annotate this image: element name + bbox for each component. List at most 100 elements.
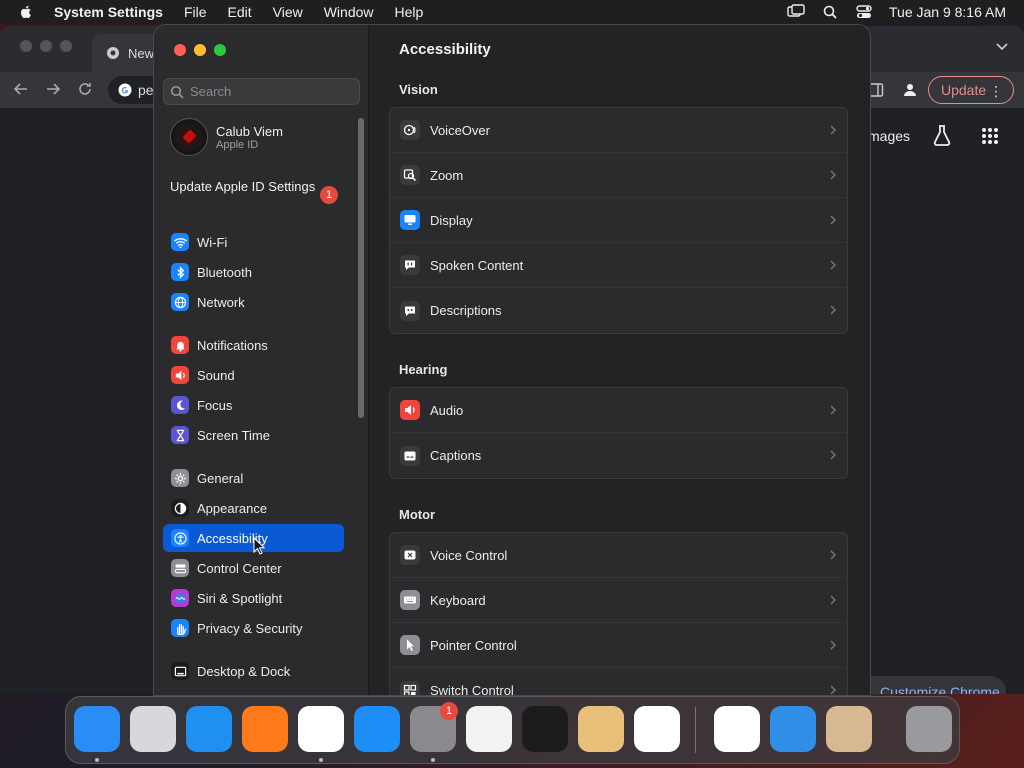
close-button[interactable] (174, 44, 186, 56)
sidebar-item-label: Control Center (197, 560, 282, 576)
zoom-button[interactable] (214, 44, 226, 56)
textedit-icon[interactable] (466, 706, 512, 752)
sidebar-item-privacy-security[interactable]: Privacy & Security (163, 614, 344, 642)
row-label: Pointer Control (430, 637, 517, 653)
row-spoken-content[interactable]: Spoken Content (390, 243, 847, 288)
accessibility-pane: Accessibility Vision VoiceOver Zoom Display… (369, 25, 870, 695)
sidebar-item-control-center[interactable]: Control Center (163, 554, 344, 582)
menu-window[interactable]: Window (324, 4, 374, 20)
chrome-icon[interactable] (298, 706, 344, 752)
dock-running-indicator (431, 758, 435, 762)
row-keyboard[interactable]: Keyboard (390, 578, 847, 623)
sidebar-item-wi-fi[interactable]: Wi-Fi (163, 228, 344, 256)
chevron-right-icon (830, 595, 836, 605)
images-link[interactable]: mages (868, 128, 910, 144)
row-label: Descriptions (430, 303, 502, 318)
launchpad-icon[interactable] (130, 706, 176, 752)
chrome-minimize-button[interactable] (40, 40, 52, 52)
update-label: Update (941, 82, 987, 98)
sidebar-item-appearance[interactable]: Appearance (163, 494, 344, 522)
window-controls (174, 44, 226, 56)
section-heading-motor: Motor (399, 507, 436, 522)
chevron-right-icon (830, 170, 836, 180)
sidebar-item-siri-spotlight[interactable]: Siri & Spotlight (163, 584, 344, 612)
chevron-down-icon[interactable] (996, 42, 1008, 52)
chrome-close-button[interactable] (20, 40, 32, 52)
bluetooth-icon (171, 263, 189, 281)
row-captions[interactable]: Captions (390, 433, 847, 478)
sidebar-item-screen-time[interactable]: Screen Time (163, 421, 344, 449)
sidebar-item-focus[interactable]: Focus (163, 391, 344, 419)
dock-separator (695, 707, 696, 753)
hourglass-icon (171, 426, 189, 444)
update-apple-id-item[interactable]: Update Apple ID Settings 1 (170, 179, 340, 204)
sidebar-item-sound[interactable]: Sound (163, 361, 344, 389)
sidebar-item-general[interactable]: General (163, 464, 344, 492)
switch-control-icon (400, 680, 420, 695)
chrome-update-button[interactable]: Update ⋮ (928, 76, 1014, 104)
app-store-icon[interactable] (354, 706, 400, 752)
search-input[interactable] (190, 84, 350, 99)
weather-icon[interactable] (770, 706, 816, 752)
sidebar-item-bluetooth[interactable]: Bluetooth (163, 258, 344, 286)
chrome-zoom-button[interactable] (60, 40, 72, 52)
kebab-menu-icon[interactable]: ⋮ (989, 83, 1003, 100)
menu-app-name[interactable]: System Settings (54, 4, 163, 20)
row-voice-control[interactable]: Voice Control (390, 533, 847, 578)
trash-icon[interactable] (906, 706, 952, 752)
firefox-icon[interactable] (242, 706, 288, 752)
terminal-icon[interactable] (522, 706, 568, 752)
vscode-icon[interactable] (634, 706, 680, 752)
appearance-icon (171, 499, 189, 517)
minimize-button[interactable] (194, 44, 206, 56)
customize-chrome-button[interactable]: Customize Chrome (860, 676, 1006, 694)
apple-icon[interactable] (18, 4, 34, 20)
row-label: VoiceOver (430, 122, 490, 138)
search-field[interactable] (163, 78, 360, 105)
chevron-right-icon (830, 125, 836, 135)
sidebar-item-label: Sound (197, 367, 235, 383)
forward-arrow-icon[interactable] (44, 80, 62, 98)
row-descriptions[interactable]: Descriptions (390, 288, 847, 333)
sidebar-item-network[interactable]: Network (163, 288, 344, 316)
sidebar-item-label: Notifications (197, 337, 268, 353)
side-panel-icon[interactable] (868, 82, 884, 98)
garageband-icon[interactable] (578, 706, 624, 752)
back-arrow-icon[interactable] (12, 80, 30, 98)
mouse-cursor-icon (253, 537, 265, 555)
row-display[interactable]: Display (390, 198, 847, 243)
settings-sidebar: Calub Viem Apple ID Update Apple ID Sett… (154, 25, 369, 695)
row-zoom[interactable]: Zoom (390, 153, 847, 198)
apps-grid-icon[interactable] (981, 127, 999, 145)
menu-help[interactable]: Help (395, 4, 424, 20)
reload-icon[interactable] (76, 80, 94, 98)
row-pointer-control[interactable]: Pointer Control (390, 623, 847, 668)
row-voiceover[interactable]: VoiceOver (390, 108, 847, 153)
screen-mirroring-icon[interactable] (787, 4, 805, 20)
spotlight-search-icon[interactable] (821, 4, 839, 20)
address-bar-text: pe (138, 82, 154, 98)
sidebar-item-label: Siri & Spotlight (197, 590, 283, 606)
control-center-icon[interactable] (855, 4, 873, 20)
sidebar-scrollbar[interactable] (358, 118, 364, 418)
menu-file[interactable]: File (184, 4, 207, 20)
zoom-icon (400, 165, 420, 185)
labs-flask-icon[interactable] (932, 124, 952, 146)
profile-icon[interactable] (902, 82, 918, 98)
color-palette-icon[interactable] (826, 706, 872, 752)
apple-id-account[interactable]: Calub Viem Apple ID (170, 118, 283, 156)
chevron-right-icon (830, 550, 836, 560)
menu-clock[interactable]: Tue Jan 9 8:16 AM (889, 4, 1006, 20)
row-label: Captions (430, 448, 482, 463)
sidebar-item-notifications[interactable]: Notifications (163, 331, 344, 359)
sidebar-item-desktop-dock[interactable]: Desktop & Dock (163, 657, 344, 685)
update-apple-id-label: Update Apple ID Settings (170, 179, 316, 194)
row-audio[interactable]: Audio (390, 388, 847, 433)
row-switch-control[interactable]: Switch Control (390, 668, 847, 695)
finder-icon[interactable] (74, 706, 120, 752)
visual-studio-icon[interactable] (714, 706, 760, 752)
menu-view[interactable]: View (273, 4, 303, 20)
menu-edit[interactable]: Edit (228, 4, 252, 20)
safari-icon[interactable] (186, 706, 232, 752)
system-settings-window: Calub Viem Apple ID Update Apple ID Sett… (154, 25, 870, 695)
